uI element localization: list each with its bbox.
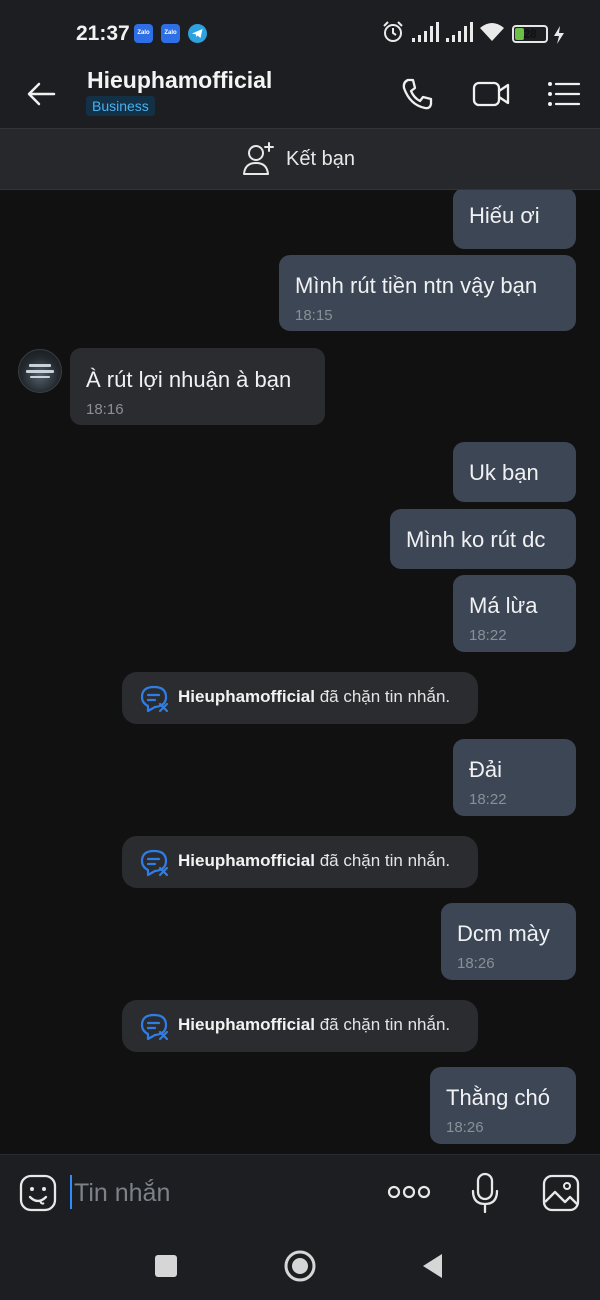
message-bubble-outgoing[interactable]: Mình ko rút dc [390,509,576,569]
signal-icon [412,22,439,42]
blocked-by-name: Hieuphamofficial [178,851,315,870]
blocked-by-name: Hieuphamofficial [178,687,315,706]
message-text: Uk bạn [469,460,539,485]
business-badge: Business [86,96,155,116]
blocked-message: đã chặn tin nhắn. [319,1015,451,1034]
message-text: Đải [469,757,503,782]
message-bubble-outgoing[interactable]: Đải 18:22 [453,739,576,816]
message-input[interactable] [74,1173,364,1213]
blocked-text: Hieuphamofficial đã chặn tin nhắn. [178,851,450,871]
zalo-icon: Zalo [161,24,180,43]
menu-icon[interactable] [544,74,584,114]
battery-level: 28 [523,27,537,41]
message-text: Dcm mày [457,921,550,946]
back-icon[interactable] [413,1246,453,1286]
microphone-icon[interactable] [469,1171,501,1215]
message-time: 18:22 [469,627,507,644]
add-friend-label: Kết bạn [286,147,355,170]
blocked-message: đã chặn tin nhắn. [319,851,451,870]
chat-header: Hieuphamofficial Business [0,62,600,128]
blocked-notice: Hieuphamofficial đã chặn tin nhắn. [122,672,478,724]
message-bubble-outgoing[interactable]: Hiếu ơi [453,190,576,249]
blocked-by-name: Hieuphamofficial [178,1015,315,1034]
contact-avatar[interactable] [18,349,62,393]
recent-apps-icon[interactable] [146,1246,186,1286]
message-time: 18:15 [295,307,333,324]
home-icon[interactable] [280,1246,320,1286]
wifi-icon [480,23,504,41]
image-icon[interactable] [541,1173,581,1213]
message-text: Thằng chó [446,1085,550,1110]
blocked-message-icon [140,685,169,713]
telegram-icon [188,24,207,43]
message-time: 18:22 [469,791,507,808]
signal-icon [446,22,473,42]
system-nav-bar [0,1230,600,1300]
message-bubble-outgoing[interactable]: Mình rút tiền ntn vậy bạn 18:15 [279,255,576,331]
add-friend-button[interactable]: Kết bạn [242,141,355,177]
contact-name[interactable]: Hieuphamofficial [87,67,272,94]
zalo-icon: Zalo [134,24,153,43]
blocked-notice: Hieuphamofficial đã chặn tin nhắn. [122,836,478,888]
message-time: 18:16 [86,401,124,418]
blocked-message-icon [140,849,169,877]
message-bubble-outgoing[interactable]: Má lừa 18:22 [453,575,576,652]
message-text: Mình rút tiền ntn vậy bạn [295,273,538,298]
emoji-icon[interactable] [18,1173,58,1213]
more-icon[interactable] [386,1179,432,1205]
add-friend-icon [243,142,274,175]
message-time: 18:26 [446,1119,484,1136]
blocked-message: đã chặn tin nhắn. [319,687,451,706]
alarm-icon [383,21,403,42]
blocked-text: Hieuphamofficial đã chặn tin nhắn. [178,687,450,707]
message-bubble-outgoing[interactable]: Thằng chó 18:26 [430,1067,576,1144]
message-time: 18:26 [457,955,495,972]
blocked-notice: Hieuphamofficial đã chặn tin nhắn. [122,1000,478,1052]
status-time: 21:37 [76,22,130,45]
text-cursor [70,1175,72,1209]
blocked-text: Hieuphamofficial đã chặn tin nhắn. [178,1015,450,1035]
add-friend-bar[interactable]: Kết bạn [0,128,600,190]
call-icon[interactable] [397,74,437,114]
message-text: Má lừa [469,593,538,618]
video-call-icon[interactable] [471,74,511,114]
chat-messages[interactable]: Hiếu ơi Mình rút tiền ntn vậy bạn 18:15 … [0,190,600,1154]
charging-icon [554,26,564,44]
back-arrow-icon[interactable] [24,76,60,112]
message-bubble-outgoing[interactable]: Uk bạn [453,442,576,502]
status-bar: 21:37 Zalo Zalo 28 [0,0,600,62]
message-bubble-outgoing[interactable]: Dcm mày 18:26 [441,903,576,980]
message-text: À rút lợi nhuận à bạn [86,367,292,392]
message-bubble-incoming[interactable]: À rút lợi nhuận à bạn 18:16 [70,348,325,425]
message-input-bar [0,1154,600,1230]
message-text: Mình ko rút dc [406,527,546,552]
blocked-message-icon [140,1013,169,1041]
battery-icon: 28 [512,25,548,43]
message-text: Hiếu ơi [469,203,540,228]
